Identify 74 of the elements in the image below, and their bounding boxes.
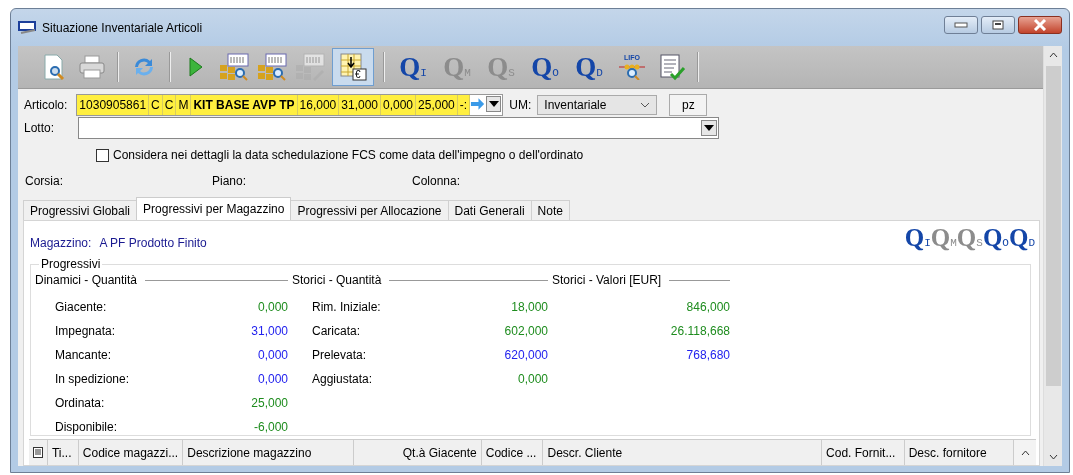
field-value: 0,000 [257, 372, 288, 386]
print-preview-icon [42, 54, 66, 80]
field-label: Caricata: [312, 324, 361, 338]
checkbox-label: Considera nei dettagli la data schedulazione FCS come data dell'impegno o dell'ordinato [113, 148, 584, 162]
field-value: 768,680 [686, 348, 730, 362]
location-label: Corsia: [25, 174, 64, 188]
field-value: 846,000 [686, 300, 730, 314]
field-label: Aggiustata: [312, 372, 373, 386]
field-label: Mancante: [55, 348, 112, 362]
um-label: UM: [509, 98, 532, 112]
toolbar-button[interactable] [256, 51, 288, 83]
scroll-up-icon[interactable] [1048, 52, 1058, 58]
section-title: Storici - Valori [EUR] [552, 273, 662, 287]
field-label: Giacente: [55, 300, 107, 314]
magazzino-value: A PF Prodotto Finito [99, 236, 208, 250]
field-value: 26.118,668 [670, 324, 730, 338]
caret-down-icon [488, 101, 499, 107]
section-title: Dinamici - Quantità [35, 273, 138, 287]
arrow-right-icon [470, 95, 486, 113]
field-value: 0,000 [257, 300, 288, 314]
field-label: Ordinata: [55, 396, 105, 410]
tab[interactable]: Progressivi per Magazzino [136, 197, 292, 220]
minimize-button[interactable] [944, 15, 978, 34]
magazzino-label: Magazzino: [30, 236, 92, 250]
location-label: Piano: [212, 174, 248, 188]
field-value: 25,000 [251, 396, 288, 410]
field-value: 0,000 [257, 348, 288, 362]
grid-search-icon [219, 53, 249, 81]
chevron-down-icon [640, 102, 651, 108]
unit-button[interactable]: pz [669, 94, 708, 116]
field-value: 18,000 [511, 300, 548, 314]
field-value: 31,000 [251, 324, 288, 338]
maximize-button[interactable] [981, 15, 1015, 34]
dropdown-button[interactable] [486, 96, 502, 112]
app-icon [18, 20, 36, 35]
vertical-scrollbar[interactable] [1043, 46, 1062, 466]
field-label: Prelevata: [312, 348, 367, 362]
close-button[interactable] [1018, 15, 1062, 34]
play-icon [188, 56, 204, 78]
scroll-up-icon[interactable] [1020, 449, 1030, 456]
field-label: In spedizione: [55, 372, 130, 386]
toolbar-button[interactable]: € [332, 48, 374, 86]
grid-pencil-icon [295, 53, 325, 81]
field-value: -6,000 [253, 420, 288, 434]
tab[interactable]: Progressivi Globali [23, 200, 138, 220]
field-label: Disponibile: [55, 420, 118, 434]
tab[interactable]: Note [530, 200, 570, 220]
abacus-search-icon [618, 62, 646, 80]
section-title: Storici - Quantità [292, 273, 382, 287]
close-icon [1033, 18, 1047, 31]
checklist-icon [658, 53, 686, 81]
column-chooser-icon[interactable] [32, 447, 43, 458]
field-label: Rim. Iniziale: [312, 300, 381, 314]
field-value: 602,000 [504, 324, 548, 338]
field-label: Impegnata: [55, 324, 116, 338]
scroll-down-icon[interactable] [1048, 454, 1058, 460]
field-value: 0,000 [517, 372, 548, 386]
location-label: Colonna: [412, 174, 462, 188]
field-value: 620,000 [504, 348, 548, 362]
checkbox[interactable] [96, 148, 109, 162]
window-title: Situazione Inventariale Articoli [42, 20, 203, 35]
minimize-icon [954, 21, 968, 28]
lotto-label: Lotto: [24, 121, 55, 135]
toolbar-button[interactable] [218, 51, 250, 83]
articolo-label: Articolo: [24, 98, 68, 112]
lotto-field[interactable] [78, 117, 719, 139]
um-dropdown[interactable]: Inventariale [537, 95, 658, 115]
article-field[interactable]: 1030905861 C C M KIT BASE AVP TP 16,000 31,000 0,000 25,000 -: [76, 94, 504, 116]
caret-down-icon [704, 125, 714, 131]
printer-icon [79, 55, 105, 79]
maximize-icon [992, 19, 1004, 30]
group-title: Progressivi [39, 257, 103, 271]
tab[interactable]: Progressivi per Allocazione [290, 200, 449, 220]
grid-search-icon [257, 53, 287, 81]
